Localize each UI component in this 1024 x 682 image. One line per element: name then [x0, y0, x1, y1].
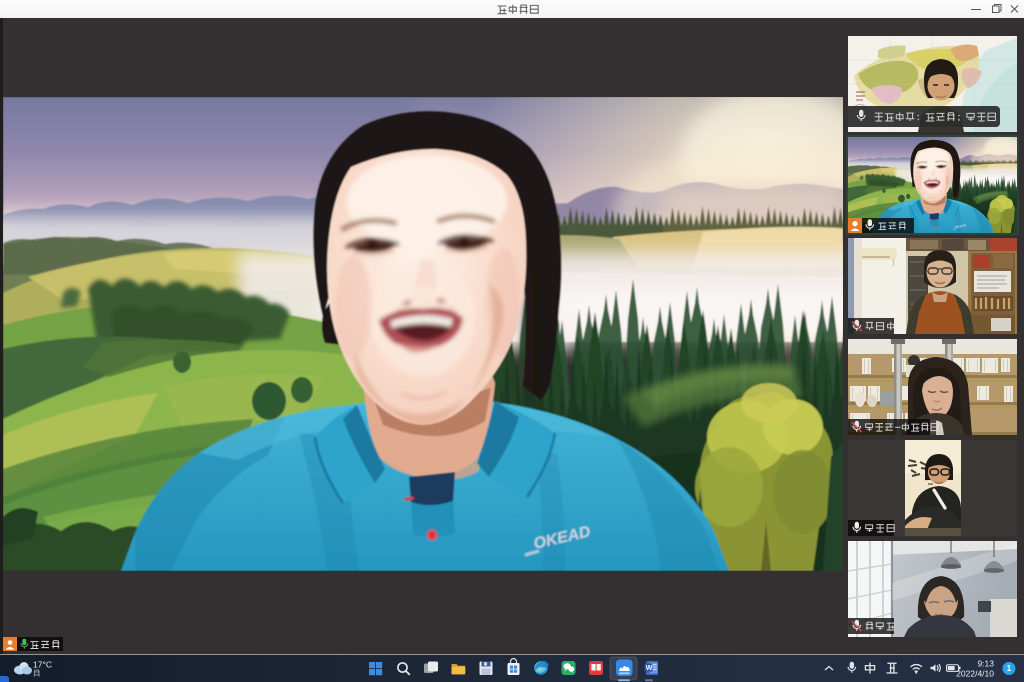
svg-text:1: 1 [1007, 664, 1012, 673]
svg-text:17°C: 17°C [33, 660, 52, 670]
svg-text:9:13: 9:13 [977, 659, 994, 669]
svg-text:2022/4/10: 2022/4/10 [956, 669, 994, 679]
svg-text:W: W [646, 665, 653, 672]
